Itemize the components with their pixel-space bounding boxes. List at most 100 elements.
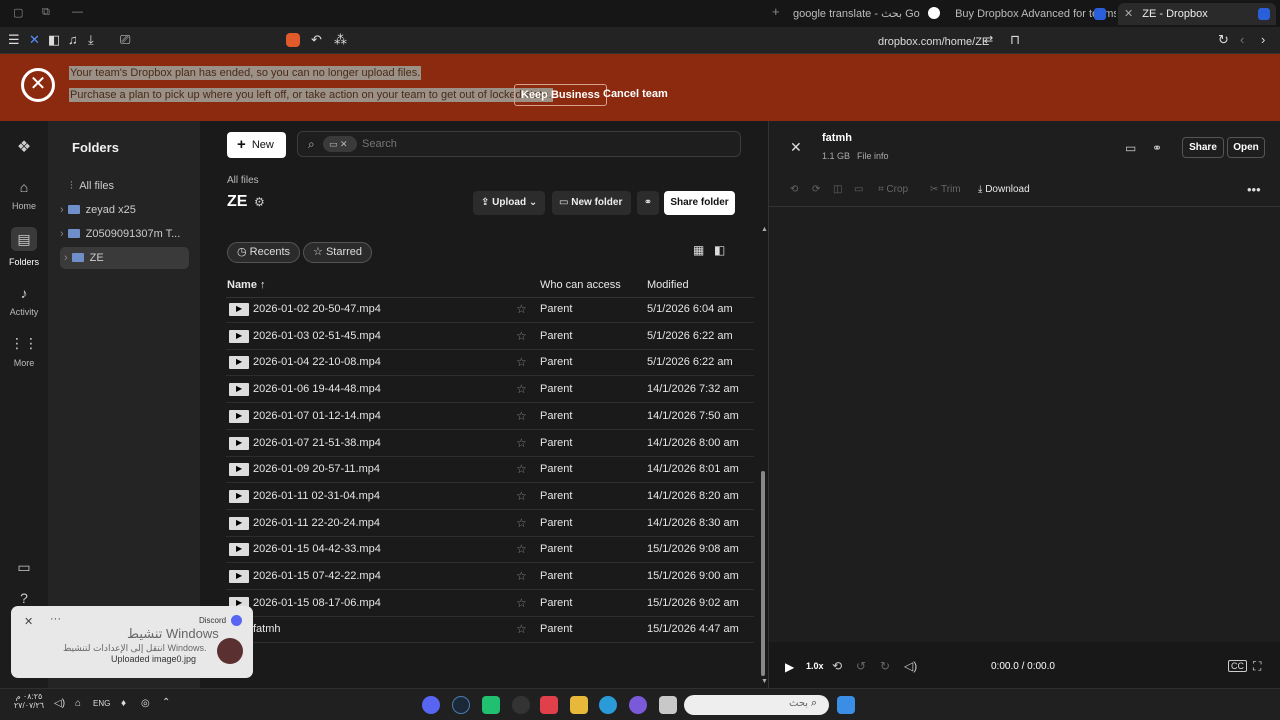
flip-icon[interactable]: ◫ [833, 184, 842, 195]
star-icon[interactable]: ☆ [516, 542, 527, 556]
microphone-icon[interactable]: ♦ [121, 698, 126, 709]
toast-more-icon[interactable]: ··· [50, 613, 61, 625]
star-icon[interactable]: ☆ [516, 596, 527, 610]
star-icon[interactable]: ☆ [516, 302, 527, 316]
file-name[interactable]: 2026-01-11 02-31-04.mp4 [253, 490, 380, 502]
table-row[interactable]: ▶ 2026-01-09 20-57-11.mp4 ☆ Parent 14/1/2026… [226, 457, 754, 484]
keep-business-button[interactable]: Keep Business [514, 84, 607, 106]
brave-shield-icon[interactable] [286, 33, 300, 47]
captions-icon[interactable]: CC [1228, 660, 1247, 672]
file-name[interactable]: 2026-01-11 22-20-24.mp4 [253, 517, 380, 529]
share-button[interactable]: Share [1182, 137, 1224, 158]
taskview-taskbar-icon[interactable] [659, 696, 677, 714]
table-row[interactable]: ▶ 2026-01-15 07-42-22.mp4 ☆ Parent 15/1/2026… [226, 564, 754, 590]
star-icon[interactable]: ☆ [516, 516, 527, 530]
start-icon[interactable] [837, 696, 855, 714]
recents-filter[interactable]: ◷ Recents [227, 242, 301, 263]
scroll-up-icon[interactable]: ▲ [761, 226, 768, 233]
table-row[interactable]: ▶ 2026-01-03 02-51-45.mp4 ☆ Parent 5/1/2026 … [226, 324, 754, 350]
rotate-right-icon[interactable]: ⟳ [812, 184, 820, 195]
play-icon[interactable]: ▶ [785, 660, 794, 674]
loop-icon[interactable]: ⟲ [832, 659, 842, 673]
side-panel-icon[interactable]: ◧ [714, 243, 725, 257]
new-tab-icon[interactable]: + [772, 4, 780, 19]
dropbox-logo-icon[interactable]: ❖ [0, 137, 48, 163]
extension-taskbar-icon[interactable] [540, 696, 558, 714]
extension-x-icon[interactable]: ✕ [29, 32, 40, 48]
file-name[interactable]: 2026-01-09 20-57-11.mp4 [253, 463, 380, 475]
new-folder-button[interactable]: ▭ New folder [552, 191, 631, 215]
scroll-down-icon[interactable]: ▼ [761, 678, 768, 685]
volume-icon[interactable]: ◁) [54, 698, 65, 709]
search-input[interactable] [362, 135, 722, 153]
minimize-icon[interactable]: — [72, 6, 83, 18]
file-info-link[interactable]: File info [857, 151, 889, 161]
volume-icon[interactable]: ◁) [904, 659, 917, 673]
edge-taskbar-icon[interactable] [599, 696, 617, 714]
comment-icon[interactable]: ▭ [1125, 141, 1136, 155]
back-icon[interactable]: ‹ [1240, 32, 1244, 48]
table-row[interactable]: ▶ 2026-01-04 22-10-08.mp4 ☆ Parent 5/1/2026 … [226, 350, 754, 377]
file-explorer-taskbar-icon[interactable] [570, 696, 588, 714]
screenshot-icon[interactable]: ⎚ [120, 32, 130, 48]
table-row[interactable]: fatmh ☆ Parent 15/1/2026 4:47 am [226, 617, 754, 644]
trim-tool[interactable]: ✂ Trim [930, 184, 961, 195]
table-row[interactable]: ▶ 2026-01-11 22-20-24.mp4 ☆ Parent 14/1/2026… [226, 511, 754, 537]
folder-filter-chip[interactable]: ▭ ✕ [323, 136, 357, 152]
file-list-scrollbar[interactable]: ▲ ▼ [760, 226, 768, 686]
column-access[interactable]: Who can access [540, 279, 621, 291]
restore-icon[interactable]: ⧉ [42, 6, 50, 19]
resize-icon[interactable]: ▭ [854, 184, 863, 195]
taskbar-search[interactable]: بحث ⌕ [684, 695, 829, 715]
file-name[interactable]: 2026-01-15 08-17-06.mp4 [253, 597, 381, 609]
table-row[interactable]: ▶ 2026-01-07 01-12-14.mp4 ☆ Parent 14/1/2026… [226, 404, 754, 430]
forward-icon[interactable]: › [1261, 32, 1265, 48]
table-row[interactable]: ▶ 2026-01-07 21-51-38.mp4 ☆ Parent 14/1/2026… [226, 431, 754, 457]
file-name[interactable]: 2026-01-15 04-42-33.mp4 [253, 543, 381, 555]
steam-taskbar-icon[interactable] [452, 696, 470, 714]
file-name[interactable]: 2026-01-15 07-42-22.mp4 [253, 570, 381, 582]
star-icon[interactable]: ☆ [516, 409, 527, 423]
star-icon[interactable]: ☆ [516, 489, 527, 503]
tab-google-translate[interactable]: google translate - بحث Google [785, 3, 920, 25]
share-folder-button[interactable]: Share folder [664, 191, 735, 215]
playback-speed[interactable]: 1.0x [806, 661, 824, 671]
clock[interactable]: ٠٨:٢٥ م ٢٧/٠٧/٢٦ [12, 692, 46, 710]
fullscreen-icon[interactable]: ⛶ [1253, 659, 1261, 674]
table-row[interactable]: ▶ 2026-01-11 02-31-04.mp4 ☆ Parent 14/1/2026… [226, 484, 754, 510]
upload-button[interactable]: ⇪ Upload ⌄ [473, 191, 545, 215]
sidebar-icon[interactable]: ◧ [48, 32, 60, 48]
more-options-icon[interactable]: ••• [1247, 182, 1261, 197]
grid-view-icon[interactable]: ▦ [693, 243, 704, 257]
table-row[interactable]: ▶ 2026-01-06 19-44-48.mp4 ☆ Parent 14/1/2026… [226, 377, 754, 404]
discord-taskbar-icon[interactable] [422, 696, 440, 714]
install-app-icon[interactable]: ▭ [0, 559, 48, 582]
close-preview-icon[interactable]: ✕ [790, 139, 802, 156]
scrollbar-thumb[interactable] [761, 471, 765, 676]
tray-app-icon[interactable]: ◎ [141, 698, 150, 709]
star-icon[interactable]: ☆ [516, 355, 527, 369]
star-icon[interactable]: ☆ [516, 436, 527, 450]
back-history-icon[interactable]: ↶ [311, 32, 322, 48]
menu-icon[interactable]: ☰ [8, 32, 20, 48]
window-menu-icon[interactable]: ▢ [13, 6, 23, 19]
rail-item-more[interactable]: ⋮⋮ More [0, 335, 48, 368]
language-indicator[interactable]: ENG [93, 699, 110, 708]
file-name[interactable]: fatmh [253, 623, 281, 635]
file-name[interactable]: 2026-01-07 01-12-14.mp4 [253, 410, 381, 422]
file-name[interactable]: 2026-01-07 21-51-38.mp4 [253, 437, 381, 449]
link-icon[interactable]: ⚭ [1152, 141, 1162, 155]
file-name[interactable]: 2026-01-02 20-50-47.mp4 [253, 303, 381, 315]
file-name[interactable]: 2026-01-03 02-51-45.mp4 [253, 330, 381, 342]
new-button[interactable]: + New [227, 132, 286, 158]
downloads-icon[interactable]: ⤓ [88, 32, 94, 48]
rail-item-folders[interactable]: ▤ Folders [0, 227, 48, 267]
bookmark-icon[interactable]: ⊓ [1010, 32, 1020, 48]
crop-tool[interactable]: ⌗ Crop [878, 184, 908, 195]
github-taskbar-icon[interactable] [512, 696, 530, 714]
star-icon[interactable]: ☆ [516, 462, 527, 476]
site-settings-icon[interactable]: ⇄ [984, 32, 993, 48]
notification-toast[interactable]: ✕ ··· Discord تنشيط Windows انتقل إلى ال… [11, 606, 253, 678]
copilot-taskbar-icon[interactable] [629, 696, 647, 714]
address-bar[interactable]: dropbox.com/home/ZE [878, 34, 989, 50]
